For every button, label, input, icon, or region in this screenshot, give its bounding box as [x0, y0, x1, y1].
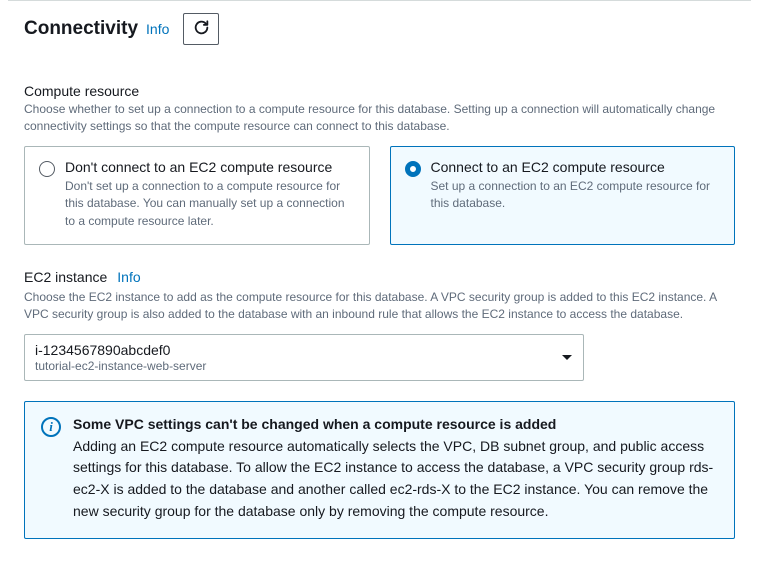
- ec2-instance-select[interactable]: i-1234567890abcdef0 tutorial-ec2-instanc…: [24, 334, 584, 381]
- option-connect-ec2[interactable]: Connect to an EC2 compute resource Set u…: [390, 146, 736, 245]
- radio-icon: [39, 161, 55, 177]
- notice-body: Adding an EC2 compute resource automatic…: [73, 436, 718, 523]
- header-info-link[interactable]: Info: [146, 21, 169, 37]
- option-desc: Set up a connection to an EC2 compute re…: [431, 178, 721, 213]
- compute-resource-section: Compute resource Choose whether to set u…: [24, 83, 735, 245]
- option-desc: Don't set up a connection to a compute r…: [65, 178, 355, 230]
- option-dont-connect[interactable]: Don't connect to an EC2 compute resource…: [24, 146, 370, 245]
- panel-title: Connectivity: [24, 18, 138, 40]
- compute-resource-label: Compute resource: [24, 83, 735, 99]
- ec2-instance-desc: Choose the EC2 instance to add as the co…: [24, 289, 735, 324]
- radio-icon: [405, 161, 421, 177]
- ec2-instance-label: EC2 instance: [24, 269, 107, 285]
- refresh-button[interactable]: [183, 13, 219, 45]
- ec2-instance-info-link[interactable]: Info: [117, 269, 140, 285]
- option-title: Don't connect to an EC2 compute resource: [65, 159, 355, 175]
- option-title: Connect to an EC2 compute resource: [431, 159, 721, 175]
- chevron-down-icon: [561, 349, 573, 365]
- compute-resource-desc: Choose whether to set up a connection to…: [24, 101, 735, 136]
- compute-resource-options: Don't connect to an EC2 compute resource…: [24, 146, 735, 245]
- panel-header: Connectivity Info: [0, 1, 759, 63]
- info-icon: i: [41, 417, 61, 437]
- ec2-instance-section: EC2 instance Info Choose the EC2 instanc…: [24, 269, 735, 381]
- notice-title: Some VPC settings can't be changed when …: [73, 416, 718, 432]
- select-value: i-1234567890abcdef0: [35, 342, 551, 358]
- vpc-settings-notice: i Some VPC settings can't be changed whe…: [24, 401, 735, 540]
- select-subtext: tutorial-ec2-instance-web-server: [35, 359, 551, 373]
- refresh-icon: [193, 19, 210, 39]
